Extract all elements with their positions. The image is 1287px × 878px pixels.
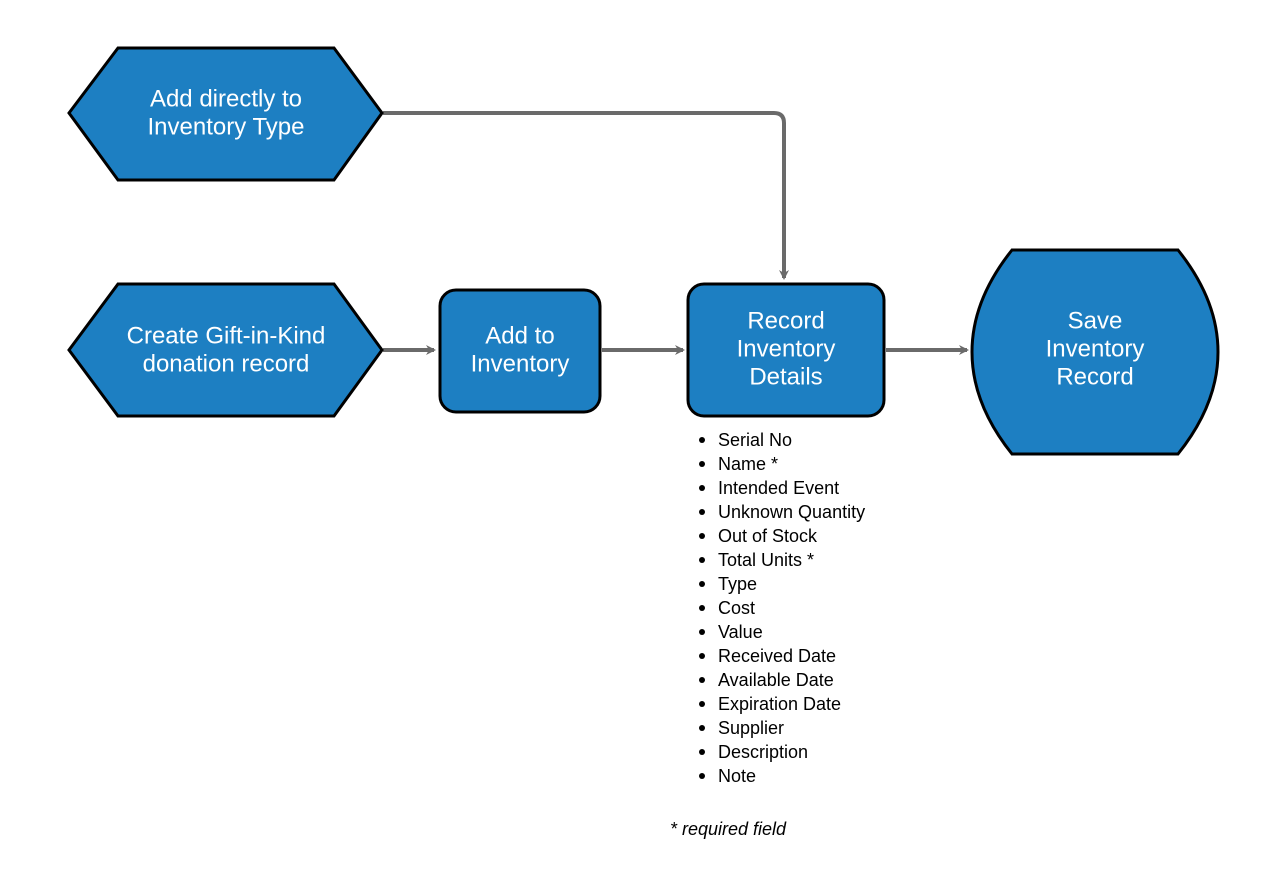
inventory-details-list: Serial No Name * Intended Event Unknown Qua… [699, 430, 865, 786]
bullet-icon [699, 461, 705, 467]
bullet-icon [699, 773, 705, 779]
node-top-line1: Add directly to [150, 85, 302, 112]
details-list-item: Name * [718, 454, 778, 474]
details-list-item: Value [718, 622, 763, 642]
details-list-item: Expiration Date [718, 694, 841, 714]
node-left-line1: Create Gift-in-Kind [127, 322, 326, 349]
bullet-icon [699, 581, 705, 587]
node-save-inventory-record: Save Inventory Record [972, 250, 1218, 454]
node-add-to-inventory: Add to Inventory [440, 290, 600, 412]
details-list-item: Received Date [718, 646, 836, 666]
bullet-icon [699, 725, 705, 731]
node-top-line2: Inventory Type [148, 113, 305, 140]
details-list-item: Unknown Quantity [718, 502, 865, 522]
connector-top-to-record [383, 113, 784, 278]
node-create-gift-in-kind: Create Gift-in-Kind donation record [69, 284, 382, 416]
footnote-required-field: * required field [670, 819, 787, 839]
details-list-item: Cost [718, 598, 755, 618]
bullet-icon [699, 485, 705, 491]
node-record-line1: Record [747, 307, 824, 334]
details-list-item: Note [718, 766, 756, 786]
bullet-icon [699, 701, 705, 707]
node-record-line3: Details [749, 363, 822, 390]
node-record-line2: Inventory [737, 335, 836, 362]
bullet-icon [699, 749, 705, 755]
bullet-icon [699, 437, 705, 443]
bullet-icon [699, 653, 705, 659]
bullet-icon [699, 629, 705, 635]
bullet-icon [699, 509, 705, 515]
node-addinv-line1: Add to [485, 322, 554, 349]
details-list-item: Total Units * [718, 550, 814, 570]
node-save-line1: Save [1068, 307, 1123, 334]
details-list-item: Intended Event [718, 478, 839, 498]
details-list-item: Available Date [718, 670, 834, 690]
node-add-directly-to-inventory-type: Add directly to Inventory Type [69, 48, 382, 180]
details-list-item: Out of Stock [718, 526, 818, 546]
details-list-item: Supplier [718, 718, 784, 738]
node-save-line2: Inventory [1046, 335, 1145, 362]
details-list-item: Type [718, 574, 757, 594]
bullet-icon [699, 677, 705, 683]
node-left-line2: donation record [143, 350, 310, 377]
details-list-item: Serial No [718, 430, 792, 450]
node-save-line3: Record [1056, 363, 1133, 390]
node-record-inventory-details: Record Inventory Details [688, 284, 884, 416]
details-list-item: Description [718, 742, 808, 762]
bullet-icon [699, 533, 705, 539]
bullet-icon [699, 605, 705, 611]
bullet-icon [699, 557, 705, 563]
node-addinv-line2: Inventory [471, 350, 570, 377]
